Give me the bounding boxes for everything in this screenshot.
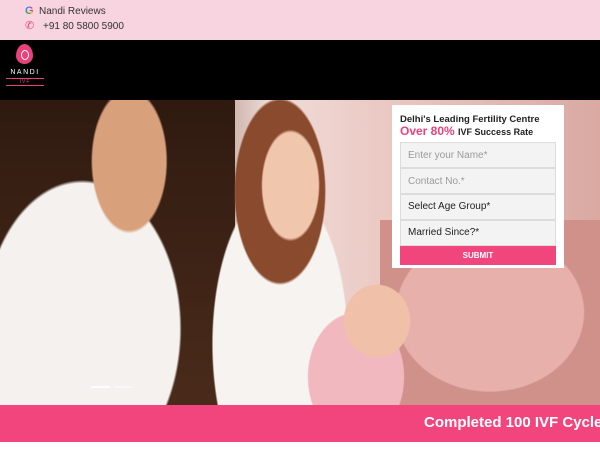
logo-brand: NANDI [10,69,40,76]
nandi-ivf-logo[interactable]: NANDI IVF [6,44,44,94]
success-rate: Over 80% IVF Success Rate [400,124,533,138]
married-since-select[interactable]: Married Since?* [400,220,556,246]
contact-input[interactable] [400,168,556,194]
slider-dot-1[interactable] [91,386,110,388]
name-input[interactable] [400,142,556,168]
phone-link[interactable]: ✆ +91 80 5800 5900 [25,20,124,32]
hero-photo-baby [300,265,440,405]
logo-sub: IVF [6,78,44,86]
success-rate-tail: IVF Success Rate [458,127,534,137]
slider-dots [91,386,133,388]
success-rate-highlight: Over 80% [400,124,455,138]
reviews-label: Nandi Reviews [39,6,106,17]
page: G Nandi Reviews ✆ +91 80 5800 5900 NANDI… [0,0,600,450]
bottom-strip [0,442,600,450]
reviews-link[interactable]: G Nandi Reviews [25,6,106,18]
google-icon: G [25,6,36,17]
enquiry-form: Delhi's Leading Fertility Centre Over 80… [392,105,564,268]
site-header: NANDI IVF [0,40,600,100]
submit-button[interactable]: SUBMIT [400,246,556,265]
slider-dot-2[interactable] [114,386,133,388]
phone-icon: ✆ [25,20,35,32]
age-group-select[interactable]: Select Age Group* [400,194,556,220]
logo-drop-icon [16,44,33,64]
top-info-bar: G Nandi Reviews ✆ +91 80 5800 5900 [0,0,600,40]
phone-number: +91 80 5800 5900 [43,20,124,32]
ribbon-text: Completed 100 IVF Cycle [424,414,600,431]
announcement-ribbon: Completed 100 IVF Cycle [0,405,600,442]
